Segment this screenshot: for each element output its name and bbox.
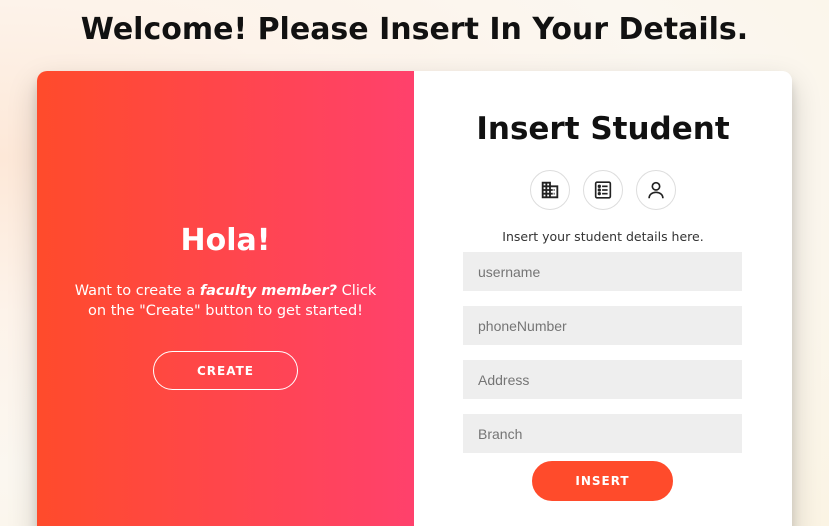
form-title: Insert Student bbox=[476, 111, 730, 147]
create-button[interactable]: CREATE bbox=[153, 351, 298, 390]
building-icon[interactable] bbox=[530, 170, 570, 210]
phone-number-field[interactable] bbox=[463, 306, 742, 345]
overlay-heading: Hola! bbox=[180, 223, 271, 258]
page-title: Welcome! Please Insert In Your Details. bbox=[80, 12, 749, 47]
user-icon[interactable] bbox=[636, 170, 676, 210]
branch-field[interactable] bbox=[463, 414, 742, 453]
overlay-panel: Hola! Want to create a faculty member? C… bbox=[37, 71, 414, 526]
insert-button[interactable]: INSERT bbox=[532, 461, 673, 501]
overlay-text: Want to create a faculty member? Click o… bbox=[67, 281, 384, 321]
list-icon[interactable] bbox=[583, 170, 623, 210]
overlay-text-emphasis: faculty member? bbox=[199, 283, 338, 299]
insert-student-form: Insert Student Insert your student detai… bbox=[414, 71, 792, 526]
address-field[interactable] bbox=[463, 360, 742, 399]
form-container: Hola! Want to create a faculty member? C… bbox=[37, 71, 792, 526]
overlay-text-before: Want to create a bbox=[74, 283, 200, 299]
username-field[interactable] bbox=[463, 252, 742, 291]
form-hint: Insert your student details here. bbox=[502, 229, 704, 244]
social-icon-row bbox=[414, 170, 792, 210]
